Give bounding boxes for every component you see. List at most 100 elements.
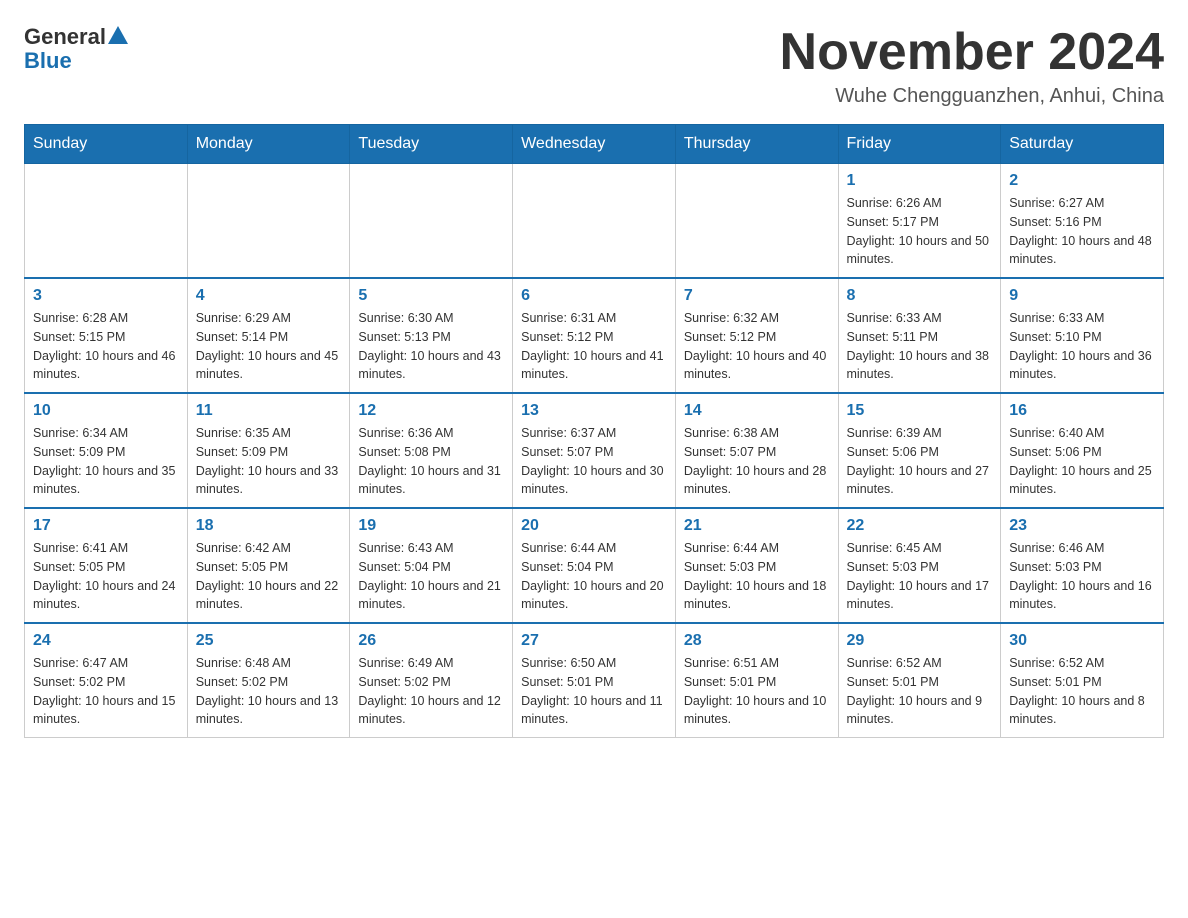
calendar-cell: 25 Sunrise: 6:48 AMSunset: 5:02 PMDayligh… <box>187 623 350 738</box>
day-info: Sunrise: 6:37 AMSunset: 5:07 PMDaylight:… <box>521 424 667 499</box>
day-info: Sunrise: 6:47 AMSunset: 5:02 PMDaylight:… <box>33 654 179 729</box>
calendar-cell: 16 Sunrise: 6:40 AMSunset: 5:06 PMDayligh… <box>1001 393 1164 508</box>
calendar-cell: 23 Sunrise: 6:46 AMSunset: 5:03 PMDayligh… <box>1001 508 1164 623</box>
calendar-cell: 6 Sunrise: 6:31 AMSunset: 5:12 PMDaylight… <box>513 278 676 393</box>
weekday-header-saturday: Saturday <box>1001 125 1164 164</box>
day-info: Sunrise: 6:52 AMSunset: 5:01 PMDaylight:… <box>847 654 993 729</box>
calendar-cell: 8 Sunrise: 6:33 AMSunset: 5:11 PMDaylight… <box>838 278 1001 393</box>
day-number: 20 <box>521 517 667 535</box>
day-info: Sunrise: 6:34 AMSunset: 5:09 PMDaylight:… <box>33 424 179 499</box>
calendar-cell: 15 Sunrise: 6:39 AMSunset: 5:06 PMDayligh… <box>838 393 1001 508</box>
day-number: 6 <box>521 287 667 305</box>
calendar-week-row: 24 Sunrise: 6:47 AMSunset: 5:02 PMDayligh… <box>25 623 1164 738</box>
day-number: 11 <box>196 402 342 420</box>
day-info: Sunrise: 6:41 AMSunset: 5:05 PMDaylight:… <box>33 539 179 614</box>
day-info: Sunrise: 6:48 AMSunset: 5:02 PMDaylight:… <box>196 654 342 729</box>
day-number: 22 <box>847 517 993 535</box>
calendar-week-row: 17Sunrise: 6:41 AMSunset: 5:05 PMDayligh… <box>25 508 1164 623</box>
day-info: Sunrise: 6:42 AMSunset: 5:05 PMDaylight:… <box>196 539 342 614</box>
calendar-cell: 20 Sunrise: 6:44 AMSunset: 5:04 PMDayligh… <box>513 508 676 623</box>
day-number: 16 <box>1009 402 1155 420</box>
day-info: Sunrise: 6:33 AMSunset: 5:11 PMDaylight:… <box>847 309 993 384</box>
day-info: Sunrise: 6:36 AMSunset: 5:08 PMDaylight:… <box>358 424 504 499</box>
day-info: Sunrise: 6:45 AMSunset: 5:03 PMDaylight:… <box>847 539 993 614</box>
weekday-header-friday: Friday <box>838 125 1001 164</box>
calendar-cell: 1 Sunrise: 6:26 AMSunset: 5:17 PMDaylight… <box>838 164 1001 279</box>
day-number: 2 <box>1009 172 1155 190</box>
calendar-cell: 21Sunrise: 6:44 AMSunset: 5:03 PMDayligh… <box>675 508 838 623</box>
calendar-cell: 29 Sunrise: 6:52 AMSunset: 5:01 PMDayligh… <box>838 623 1001 738</box>
calendar-cell: 12 Sunrise: 6:36 AMSunset: 5:08 PMDayligh… <box>350 393 513 508</box>
calendar-cell: 18 Sunrise: 6:42 AMSunset: 5:05 PMDayligh… <box>187 508 350 623</box>
day-info: Sunrise: 6:40 AMSunset: 5:06 PMDaylight:… <box>1009 424 1155 499</box>
calendar-cell: 27 Sunrise: 6:50 AMSunset: 5:01 PMDayligh… <box>513 623 676 738</box>
calendar-cell: 19 Sunrise: 6:43 AMSunset: 5:04 PMDayligh… <box>350 508 513 623</box>
weekday-header-thursday: Thursday <box>675 125 838 164</box>
day-number: 5 <box>358 287 504 305</box>
day-number: 27 <box>521 632 667 650</box>
day-info: Sunrise: 6:32 AMSunset: 5:12 PMDaylight:… <box>684 309 830 384</box>
day-info: Sunrise: 6:52 AMSunset: 5:01 PMDaylight:… <box>1009 654 1155 729</box>
day-number: 25 <box>196 632 342 650</box>
day-number: 18 <box>196 517 342 535</box>
day-info: Sunrise: 6:50 AMSunset: 5:01 PMDaylight:… <box>521 654 667 729</box>
day-number: 24 <box>33 632 179 650</box>
day-number: 21 <box>684 517 830 535</box>
day-info: Sunrise: 6:39 AMSunset: 5:06 PMDaylight:… <box>847 424 993 499</box>
calendar-cell: 3 Sunrise: 6:28 AMSunset: 5:15 PMDaylight… <box>25 278 188 393</box>
calendar-cell: 5 Sunrise: 6:30 AMSunset: 5:13 PMDaylight… <box>350 278 513 393</box>
location-subtitle: Wuhe Chengguanzhen, Anhui, China <box>780 85 1164 108</box>
calendar-cell: 13 Sunrise: 6:37 AMSunset: 5:07 PMDayligh… <box>513 393 676 508</box>
day-number: 10 <box>33 402 179 420</box>
calendar-cell: 4Sunrise: 6:29 AMSunset: 5:14 PMDaylight… <box>187 278 350 393</box>
weekday-header-tuesday: Tuesday <box>350 125 513 164</box>
day-number: 15 <box>847 402 993 420</box>
calendar-week-row: 3 Sunrise: 6:28 AMSunset: 5:15 PMDaylight… <box>25 278 1164 393</box>
day-number: 7 <box>684 287 830 305</box>
day-number: 14 <box>684 402 830 420</box>
logo: General Blue <box>24 24 128 73</box>
calendar-cell: 26 Sunrise: 6:49 AMSunset: 5:02 PMDayligh… <box>350 623 513 738</box>
day-number: 8 <box>847 287 993 305</box>
calendar-cell <box>187 164 350 279</box>
day-info: Sunrise: 6:31 AMSunset: 5:12 PMDaylight:… <box>521 309 667 384</box>
calendar-cell: 7 Sunrise: 6:32 AMSunset: 5:12 PMDaylight… <box>675 278 838 393</box>
day-info: Sunrise: 6:43 AMSunset: 5:04 PMDaylight:… <box>358 539 504 614</box>
day-number: 28 <box>684 632 830 650</box>
day-info: Sunrise: 6:46 AMSunset: 5:03 PMDaylight:… <box>1009 539 1155 614</box>
calendar-week-row: 10 Sunrise: 6:34 AMSunset: 5:09 PMDayligh… <box>25 393 1164 508</box>
logo-general: General <box>24 24 106 50</box>
day-info: Sunrise: 6:35 AMSunset: 5:09 PMDaylight:… <box>196 424 342 499</box>
day-number: 26 <box>358 632 504 650</box>
day-number: 19 <box>358 517 504 535</box>
day-info: Sunrise: 6:26 AMSunset: 5:17 PMDaylight:… <box>847 194 993 269</box>
day-info: Sunrise: 6:44 AMSunset: 5:04 PMDaylight:… <box>521 539 667 614</box>
day-number: 23 <box>1009 517 1155 535</box>
calendar-cell: 24 Sunrise: 6:47 AMSunset: 5:02 PMDayligh… <box>25 623 188 738</box>
day-number: 13 <box>521 402 667 420</box>
calendar-week-row: 1 Sunrise: 6:26 AMSunset: 5:17 PMDaylight… <box>25 164 1164 279</box>
day-number: 3 <box>33 287 179 305</box>
day-number: 9 <box>1009 287 1155 305</box>
day-info: Sunrise: 6:30 AMSunset: 5:13 PMDaylight:… <box>358 309 504 384</box>
day-info: Sunrise: 6:38 AMSunset: 5:07 PMDaylight:… <box>684 424 830 499</box>
weekday-header-monday: Monday <box>187 125 350 164</box>
day-number: 30 <box>1009 632 1155 650</box>
day-info: Sunrise: 6:29 AMSunset: 5:14 PMDaylight:… <box>196 309 342 384</box>
calendar-cell <box>25 164 188 279</box>
day-number: 1 <box>847 172 993 190</box>
calendar-table: SundayMondayTuesdayWednesdayThursdayFrid… <box>24 124 1164 738</box>
logo-triangle-icon <box>108 26 128 46</box>
calendar-cell: 30 Sunrise: 6:52 AMSunset: 5:01 PMDayligh… <box>1001 623 1164 738</box>
day-info: Sunrise: 6:49 AMSunset: 5:02 PMDaylight:… <box>358 654 504 729</box>
day-info: Sunrise: 6:28 AMSunset: 5:15 PMDaylight:… <box>33 309 179 384</box>
day-number: 12 <box>358 402 504 420</box>
calendar-cell: 11 Sunrise: 6:35 AMSunset: 5:09 PMDayligh… <box>187 393 350 508</box>
calendar-cell: 28Sunrise: 6:51 AMSunset: 5:01 PMDayligh… <box>675 623 838 738</box>
weekday-header-sunday: Sunday <box>25 125 188 164</box>
calendar-cell: 2Sunrise: 6:27 AMSunset: 5:16 PMDaylight… <box>1001 164 1164 279</box>
calendar-cell <box>513 164 676 279</box>
day-info: Sunrise: 6:33 AMSunset: 5:10 PMDaylight:… <box>1009 309 1155 384</box>
day-number: 29 <box>847 632 993 650</box>
calendar-cell: 17Sunrise: 6:41 AMSunset: 5:05 PMDayligh… <box>25 508 188 623</box>
